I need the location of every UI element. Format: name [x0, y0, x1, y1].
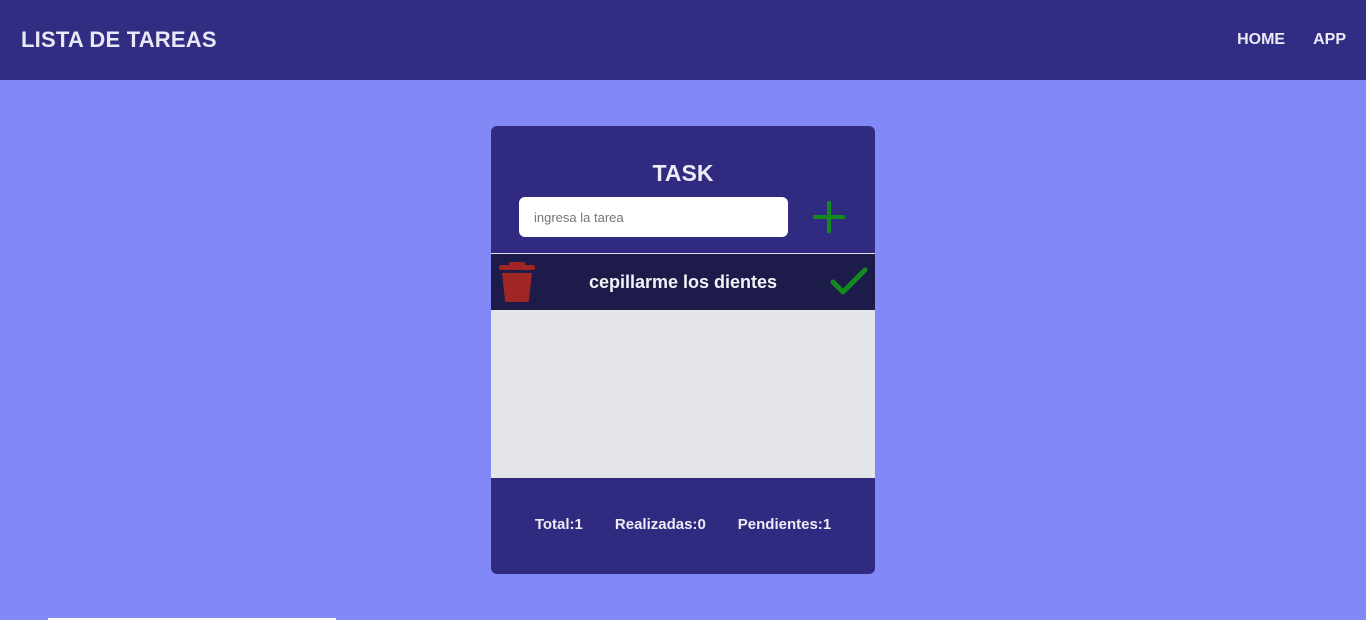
navbar: LISTA DE TAREAS HOME APP	[0, 0, 1366, 80]
trash-icon[interactable]	[499, 262, 535, 302]
task-input[interactable]	[519, 197, 788, 237]
card-footer: Total: 1 Realizadas: 0 Pendientes: 1	[491, 478, 875, 574]
stat-pending-value: 1	[822, 516, 832, 533]
check-icon[interactable]	[830, 266, 868, 298]
card-title: TASK	[652, 160, 714, 186]
stat-total-label: Total:	[534, 516, 575, 533]
stat-pending-label: Pendientes:	[737, 516, 823, 533]
add-task-button[interactable]	[811, 200, 847, 236]
task-stats: Total: 1 Realizadas: 0 Pendientes: 1	[491, 516, 875, 533]
stat-done: Realizadas: 0	[615, 516, 706, 533]
stat-done-label: Realizadas:	[614, 516, 698, 533]
task-text: cepillarme los dientes	[588, 272, 778, 292]
task-row: cepillarme los dientes	[491, 254, 875, 310]
stat-total-value: 1	[574, 516, 583, 533]
task-card: TASK cepillarme los dientes	[491, 126, 875, 574]
nav-link-home[interactable]: HOME	[1237, 31, 1285, 49]
app-brand[interactable]: LISTA DE TAREAS	[21, 27, 217, 53]
task-list: cepillarme los dientes	[491, 254, 875, 478]
nav-link-app[interactable]: APP	[1313, 31, 1346, 49]
nav-links: HOME APP	[1237, 31, 1346, 49]
stat-done-value: 0	[697, 516, 706, 533]
stat-pending: Pendientes: 1	[738, 516, 831, 533]
stat-total: Total: 1	[535, 516, 583, 533]
card-header: TASK	[491, 126, 875, 253]
